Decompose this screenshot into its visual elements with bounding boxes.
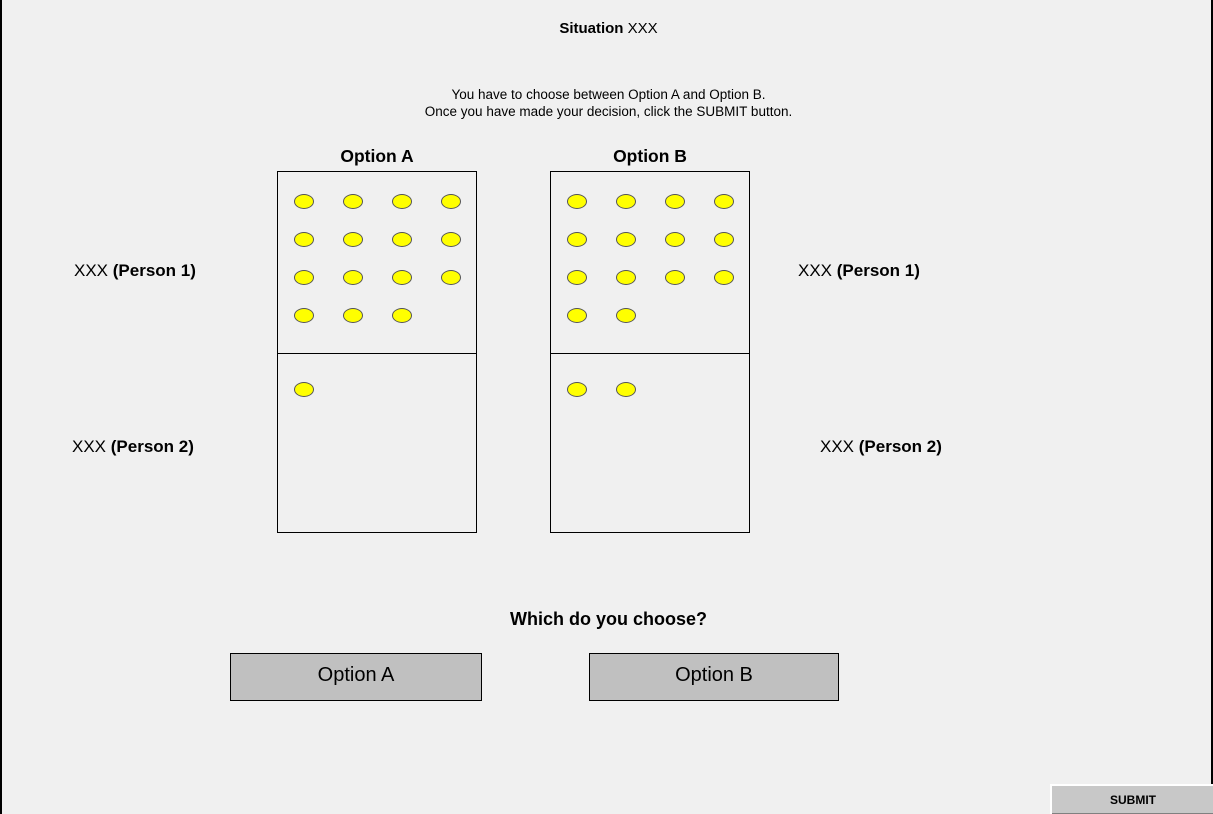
coin-token: [616, 232, 636, 247]
coin-token: [343, 232, 363, 247]
coin-token: [616, 308, 636, 323]
left-person-1-label: XXX (Person 1): [74, 261, 196, 281]
choice-question: Which do you choose?: [510, 609, 707, 629]
coin-token: [567, 270, 587, 285]
coin-token: [441, 232, 461, 247]
coin-token: [392, 270, 412, 285]
coin-token: [343, 194, 363, 209]
situation-value: XXX: [627, 20, 658, 37]
right-person-1-name: (Person 1): [836, 261, 920, 280]
left-person-1-name: (Person 1): [112, 261, 196, 280]
coin-token: [665, 232, 685, 247]
option-a-divider: [278, 353, 476, 354]
left-person-1-prefix: XXX: [74, 261, 109, 280]
right-person-2-prefix: XXX: [820, 437, 855, 456]
coin-token: [616, 270, 636, 285]
coin-token: [665, 270, 685, 285]
instruction-line-2: Once you have made your decision, click …: [424, 104, 793, 119]
coin-token: [294, 382, 314, 397]
option-b-button[interactable]: Option B: [589, 653, 839, 701]
coin-token: [294, 270, 314, 285]
coin-token: [616, 382, 636, 397]
right-person-2-label: XXX (Person 2): [820, 437, 942, 457]
left-person-2-label: XXX (Person 2): [72, 437, 194, 457]
coin-token: [665, 194, 685, 209]
coin-token: [714, 194, 734, 209]
coin-token: [567, 194, 587, 209]
right-person-1-label: XXX (Person 1): [798, 261, 920, 281]
option-b-panel: [550, 171, 750, 533]
page-title: Situation XXX: [2, 20, 1213, 37]
option-a-title: Option A: [340, 146, 414, 166]
decision-screen: Situation XXX You have to choose between…: [0, 0, 1213, 814]
left-person-2-name: (Person 2): [110, 437, 194, 456]
coin-token: [567, 232, 587, 247]
option-a-button[interactable]: Option A: [230, 653, 482, 701]
right-person-1-prefix: XXX: [798, 261, 833, 280]
coin-token: [343, 308, 363, 323]
left-person-2-prefix: XXX: [72, 437, 107, 456]
option-a-panel: [277, 171, 477, 533]
coin-token: [392, 194, 412, 209]
coin-token: [343, 270, 363, 285]
instruction-line-1: You have to choose between Option A and …: [451, 87, 766, 102]
submit-button[interactable]: SUBMIT: [1050, 784, 1213, 814]
option-b-divider: [551, 353, 749, 354]
situation-label: Situation: [559, 20, 624, 37]
coin-token: [567, 382, 587, 397]
coin-token: [567, 308, 587, 323]
coin-token: [294, 194, 314, 209]
right-person-2-name: (Person 2): [858, 437, 942, 456]
coin-token: [441, 194, 461, 209]
coin-token: [441, 270, 461, 285]
instructions: You have to choose between Option A and …: [2, 86, 1213, 120]
coin-token: [294, 232, 314, 247]
option-b-title: Option B: [613, 146, 687, 166]
coin-token: [392, 308, 412, 323]
coin-token: [714, 270, 734, 285]
coin-token: [616, 194, 636, 209]
coin-token: [392, 232, 412, 247]
coin-token: [294, 308, 314, 323]
coin-token: [714, 232, 734, 247]
